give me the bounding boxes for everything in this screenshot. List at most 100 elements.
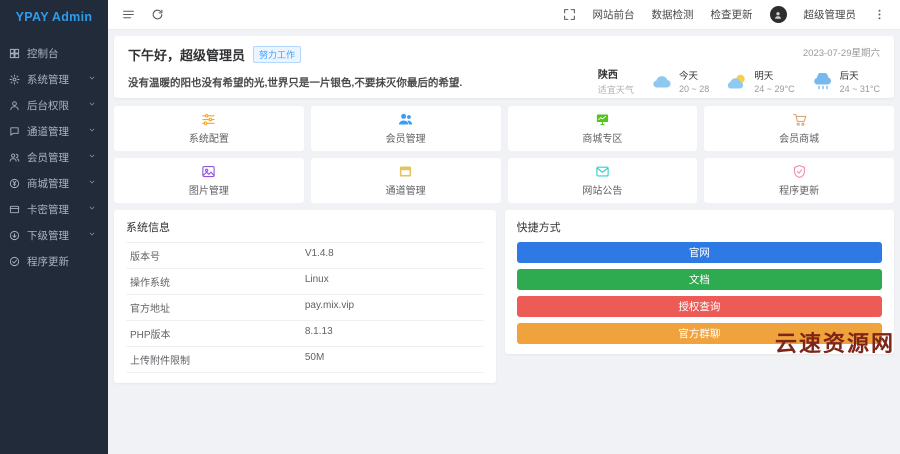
avatar[interactable] <box>769 6 787 23</box>
more-vertical-icon[interactable] <box>873 8 886 21</box>
check-circle-icon <box>9 256 20 267</box>
shortcut-button-2[interactable]: 授权查询 <box>516 296 882 317</box>
info-row: PHP版本 8.1.13 <box>126 321 484 347</box>
sidebar-item-subordinate[interactable]: 下级管理 <box>0 222 108 248</box>
info-row: 操作系统 Linux <box>126 269 484 295</box>
weather-condition: 适宜天气 <box>597 85 634 95</box>
quick-card-label: 会员商城 <box>779 134 820 145</box>
topbar-link[interactable]: 检查更新 <box>711 7 753 22</box>
chevron-down-icon <box>88 152 99 163</box>
system-info-table: 版本号 V1.4.8 操作系统 Linux 官方地址 pay.mix.vip PHP版本 8.… <box>126 242 484 373</box>
greeting-quote: 没有温暖的阳也没有希望的光,世界只是一片银色,不要抹灭你最后的希望. <box>128 77 463 89</box>
system-info-panel: 系统信息 版本号 V1.4.8 操作系统 Linux 官方地址 pay.mix.vip PH… <box>114 210 496 383</box>
chevron-down-icon <box>88 74 99 85</box>
quick-card-7[interactable]: 网站公告 <box>507 158 698 203</box>
quick-card-label: 会员管理 <box>385 134 426 145</box>
quick-card-3[interactable]: 商城专区 <box>507 106 698 151</box>
quick-card-label: 商城专区 <box>582 134 623 145</box>
username-label[interactable]: 超级管理员 <box>804 7 857 22</box>
shortcut-button-0[interactable]: 官网 <box>516 242 882 263</box>
shortcut-button-3[interactable]: 官方群聊 <box>516 323 882 344</box>
quick-card-6[interactable]: 通道管理 <box>310 158 501 203</box>
quick-card-5[interactable]: 图片管理 <box>114 158 304 203</box>
sidebar-item-card-keys[interactable]: 卡密管理 <box>0 196 108 222</box>
quick-card-2[interactable]: 会员管理 <box>310 106 501 151</box>
quick-card-1[interactable]: 系统配置 <box>114 106 304 151</box>
info-value: V1.4.8 <box>304 248 334 259</box>
cloud-icon <box>650 73 674 90</box>
info-label: 版本号 <box>130 252 160 263</box>
sidebar-item-update[interactable]: 程序更新 <box>0 248 108 274</box>
greeting-badge: 努力工作 <box>253 46 302 63</box>
cart-icon <box>791 112 808 127</box>
weather-day-label: 明天 <box>754 71 774 82</box>
quick-card-label: 通道管理 <box>385 186 426 197</box>
quick-card-label: 图片管理 <box>188 186 229 197</box>
quick-card-4[interactable]: 会员商城 <box>704 106 894 151</box>
info-value: 8.1.13 <box>304 326 333 337</box>
info-label: 官方地址 <box>130 304 170 315</box>
weather-day-temp: 24 ~ 31°C <box>839 84 880 94</box>
bottom-panels: 系统信息 版本号 V1.4.8 操作系统 Linux 官方地址 pay.mix.vip PH… <box>114 210 894 383</box>
shortcuts-panel: 快捷方式 官网 文档 授权查询 官方群聊 <box>504 210 894 354</box>
info-row: 版本号 V1.4.8 <box>126 243 484 269</box>
mail-icon <box>594 164 611 179</box>
weather-day-text: 后天 24 ~ 31°C <box>840 68 880 94</box>
weather-day-text: 今天 20 ~ 28 <box>679 68 709 94</box>
info-label: 上传附件限制 <box>130 356 190 367</box>
sidebar-item-system[interactable]: 系统管理 <box>0 66 108 92</box>
sidebar-item-member[interactable]: 会员管理 <box>0 144 108 170</box>
arrow-down-circle-icon <box>9 230 20 241</box>
sidebar-item-label: 控制台 <box>27 47 59 60</box>
chevron-down-icon <box>88 178 99 189</box>
sun-cloud-icon <box>725 73 749 90</box>
quick-card-label: 系统配置 <box>188 134 229 145</box>
sidebar-item-label: 程序更新 <box>27 255 69 268</box>
quick-card-label: 程序更新 <box>779 186 820 197</box>
greeting-card: 下午好，超级管理员 努力工作 没有温暖的阳也没有希望的光,世界只是一片银色,不要… <box>114 36 894 98</box>
fullscreen-icon[interactable] <box>563 8 576 21</box>
quick-card-8[interactable]: 程序更新 <box>704 158 894 203</box>
sidebar-item-admin-perms[interactable]: 后台权限 <box>0 92 108 118</box>
refresh-icon[interactable] <box>151 8 164 21</box>
greeting-title: 下午好，超级管理员 <box>128 48 246 63</box>
weather-days: 今天 20 ~ 28 明天 24 ~ 29°C 后天 24 ~ 31°C <box>650 68 880 94</box>
weather-day: 今天 20 ~ 28 <box>650 68 709 94</box>
sidebar-item-label: 商城管理 <box>27 177 69 190</box>
hamburger-icon[interactable] <box>122 8 135 21</box>
sidebar-item-label: 卡密管理 <box>27 203 69 216</box>
info-value: 50M <box>304 352 325 363</box>
shortcut-button-1[interactable]: 文档 <box>516 269 882 290</box>
image-icon <box>200 164 217 179</box>
window-icon <box>397 164 414 179</box>
main-column: 网站前台 数据检测 检查更新 超级管理员 下午好，超级管理员 努力工作 没有温暖的阳… <box>108 0 900 454</box>
sidebar-item-dashboard[interactable]: 控制台 <box>0 40 108 66</box>
weather-day-temp: 24 ~ 29°C <box>754 84 795 94</box>
weather-location-block: 陕西 适宜天气 <box>598 66 634 96</box>
topbar-right: 网站前台 数据检测 检查更新 超级管理员 <box>563 6 887 23</box>
info-row: 官方地址 pay.mix.vip <box>126 295 484 321</box>
user-icon <box>9 100 20 111</box>
sidebar-item-channel[interactable]: 通道管理 <box>0 118 108 144</box>
users-icon <box>9 152 20 163</box>
sidebar-item-mall[interactable]: 商城管理 <box>0 170 108 196</box>
weather-location: 陕西 <box>597 70 618 81</box>
info-value: Linux <box>304 274 329 285</box>
weather-day-label: 后天 <box>839 71 859 82</box>
sidebar: YPAY Admin 控制台 系统管理 后台权限 通道管理 会员管理 商城管理 卡密管理 下级… <box>0 0 108 454</box>
weather-day-text: 明天 24 ~ 29°C <box>754 68 794 94</box>
weather-day-temp: 20 ~ 28 <box>678 84 710 94</box>
sidebar-item-label: 后台权限 <box>27 99 69 112</box>
greeting-right: 2023-07-29星期六 陕西 适宜天气 今天 20 ~ 28 明天 24 ~ 29… <box>598 45 880 95</box>
board-icon <box>594 112 611 127</box>
topbar: 网站前台 数据检测 检查更新 超级管理员 <box>108 0 900 30</box>
topbar-link[interactable]: 数据检测 <box>652 7 694 22</box>
sidebar-item-label: 下级管理 <box>27 229 69 242</box>
dashboard-icon <box>9 48 20 59</box>
topbar-link[interactable]: 网站前台 <box>593 7 635 22</box>
sliders-icon <box>200 112 217 127</box>
info-label: 操作系统 <box>130 278 170 289</box>
users-fill-icon <box>397 112 414 127</box>
greeting-left: 下午好，超级管理员 努力工作 没有温暖的阳也没有希望的光,世界只是一片银色,不要… <box>128 45 462 90</box>
shield-check-icon <box>791 164 808 179</box>
